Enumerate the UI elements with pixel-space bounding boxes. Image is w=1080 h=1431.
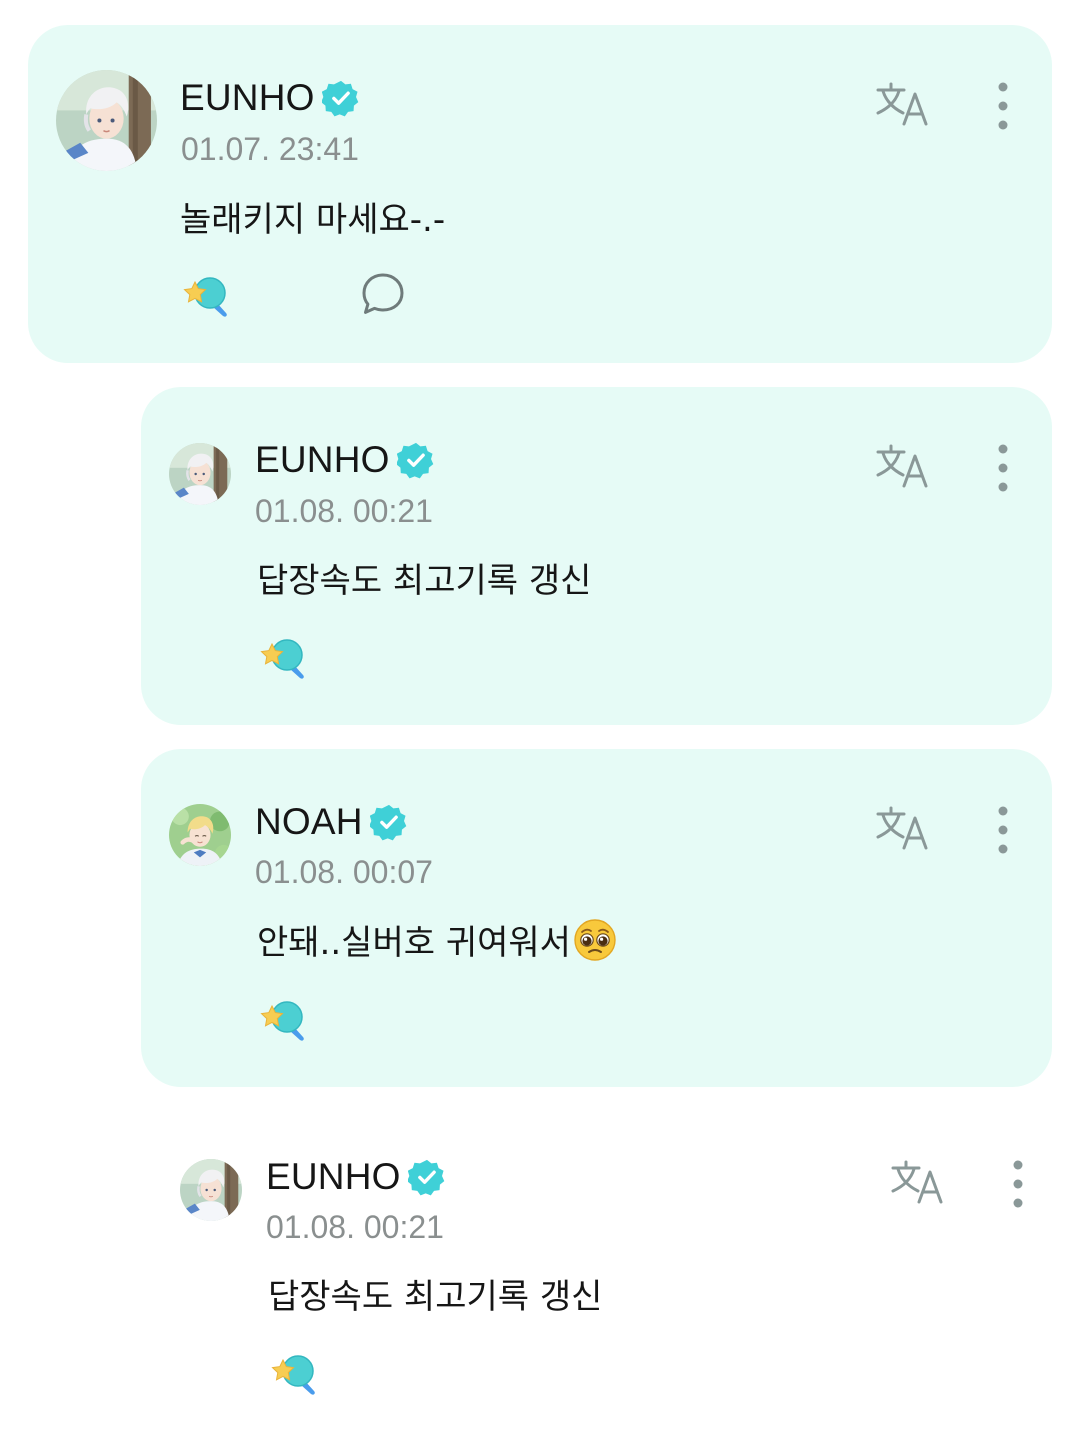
post-message: 답장속도 최고기록 갱신 — [268, 1277, 603, 1317]
author-row: EUNHO — [266, 1156, 446, 1198]
translate-icon[interactable] — [874, 804, 934, 854]
translate-icon[interactable] — [874, 80, 934, 130]
author-row: EUNHO — [255, 439, 435, 481]
star-lightstick-reaction-icon[interactable] — [182, 273, 232, 319]
translate-icon[interactable] — [889, 1158, 949, 1208]
reply-card[interactable]: NOAH 01.08. 00:07 안돼..실버호 귀여워서 — [141, 749, 1052, 1087]
post-message: 놀래키지 마세요-.- — [180, 200, 446, 240]
star-lightstick-reaction-icon[interactable] — [259, 997, 309, 1043]
star-lightstick-reaction-icon[interactable] — [270, 1351, 320, 1397]
more-vertical-icon[interactable] — [993, 805, 1013, 855]
more-vertical-icon[interactable] — [993, 81, 1013, 131]
post-message-text: 안돼..실버호 귀여워서 — [257, 923, 571, 963]
verified-badge-icon — [397, 441, 435, 479]
avatar[interactable] — [169, 804, 231, 866]
more-vertical-icon[interactable] — [1008, 1159, 1028, 1209]
star-lightstick-reaction-icon[interactable] — [259, 635, 309, 681]
avatar[interactable] — [56, 70, 157, 171]
comment-bubble-icon[interactable] — [360, 271, 406, 317]
author-row: NOAH — [255, 801, 408, 843]
post-timestamp: 01.08. 00:21 — [255, 493, 433, 529]
author-name[interactable]: EUNHO — [255, 439, 390, 481]
more-vertical-icon[interactable] — [993, 443, 1013, 493]
verified-badge-icon — [370, 803, 408, 841]
author-row: EUNHO — [180, 77, 360, 119]
author-name[interactable]: EUNHO — [180, 77, 315, 119]
verified-badge-icon — [322, 79, 360, 117]
post-timestamp: 01.08. 00:07 — [255, 854, 433, 890]
author-name[interactable]: NOAH — [255, 801, 363, 843]
eunho-avatar-image — [169, 443, 231, 505]
post-message: 안돼..실버호 귀여워서 — [257, 915, 617, 964]
author-name[interactable]: EUNHO — [266, 1156, 401, 1198]
post-card[interactable]: EUNHO 01.07. 23:41 놀래키지 마세요-.- — [28, 25, 1052, 363]
eunho-avatar-image — [180, 1159, 242, 1221]
post-message: 답장속도 최고기록 갱신 — [257, 561, 592, 601]
pleading-face-emoji — [573, 918, 617, 962]
reply-card[interactable]: EUNHO 01.08. 00:21 답장속도 최고기록 갱신 — [141, 387, 1052, 725]
reply-post[interactable]: EUNHO 01.08. 00:21 답장속도 최고기록 갱신 — [0, 1110, 1080, 1431]
avatar[interactable] — [169, 443, 231, 505]
noah-avatar-image — [169, 804, 231, 866]
avatar[interactable] — [180, 1159, 242, 1221]
eunho-avatar-image — [56, 70, 157, 171]
post-timestamp: 01.08. 00:21 — [266, 1209, 444, 1245]
verified-badge-icon — [408, 1158, 446, 1196]
post-timestamp: 01.07. 23:41 — [181, 131, 359, 167]
translate-icon[interactable] — [874, 442, 934, 492]
